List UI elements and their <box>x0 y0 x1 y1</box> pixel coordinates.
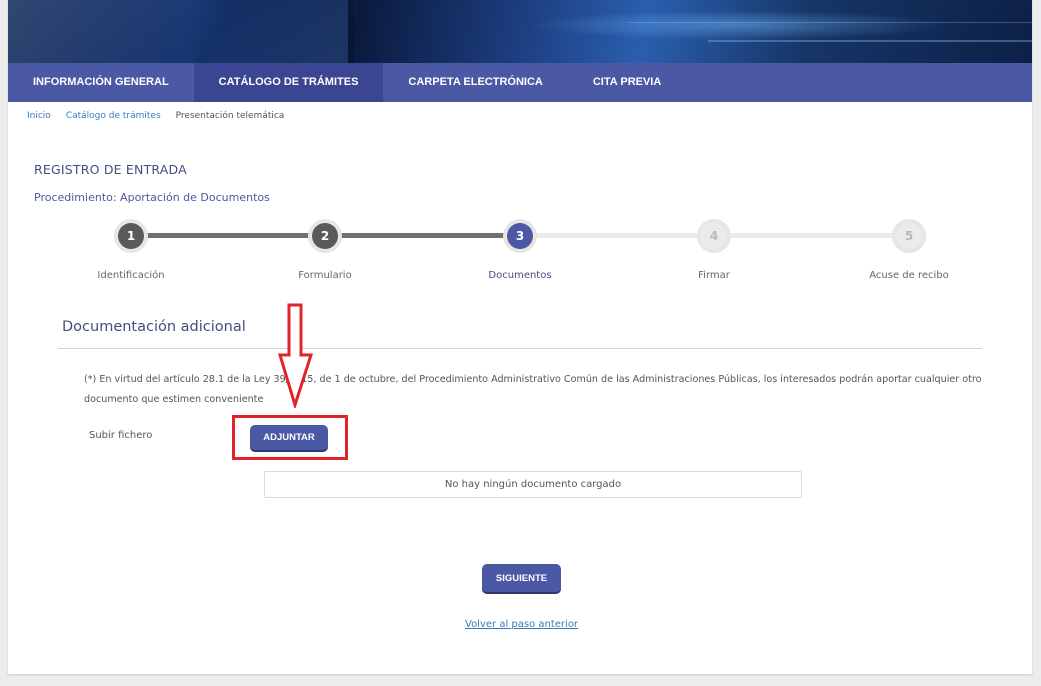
step-4-label: Firmar <box>698 270 730 281</box>
breadcrumb-inicio[interactable]: Inicio <box>27 111 51 121</box>
step-2-number: 2 <box>312 223 338 249</box>
step-5-number: 5 <box>896 223 922 249</box>
main-nav: INFORMACIÓN GENERAL CATÁLOGO DE TRÁMITES… <box>8 63 1032 102</box>
breadcrumb-catalogo[interactable]: Catálogo de trámites <box>66 111 161 121</box>
nav-item-cita-previa[interactable]: CITA PREVIA <box>568 63 686 102</box>
step-2-label: Formulario <box>298 270 352 281</box>
nav-item-informacion-general[interactable]: INFORMACIÓN GENERAL <box>8 63 194 102</box>
step-3-label: Documentos <box>488 270 552 281</box>
legal-notice: (*) En virtud del artículo 28.1 de la Le… <box>84 374 982 405</box>
step-1-number: 1 <box>118 223 144 249</box>
next-button[interactable]: SIGUIENTE <box>482 564 561 592</box>
uploaded-documents-list: No hay ningún documento cargado <box>264 471 802 498</box>
nav-item-catalogo-tramites[interactable]: CATÁLOGO DE TRÁMITES <box>193 63 384 102</box>
section-title: Documentación adicional <box>62 319 246 335</box>
step-1: 1 <box>114 219 148 253</box>
annotation-highlight-box <box>232 415 348 460</box>
annotation-arrow-icon <box>278 303 314 408</box>
step-connector-1-2 <box>146 233 310 238</box>
progress-stepper: 1 2 3 4 5 Identificación Formulario Docu… <box>8 218 1032 288</box>
procedure-name: Procedimiento: Aportación de Documentos <box>34 191 270 204</box>
section-divider <box>58 348 982 349</box>
breadcrumb: Inicio Catálogo de trámites Presentación… <box>27 111 299 121</box>
step-3-number: 3 <box>507 223 533 249</box>
page-container: INFORMACIÓN GENERAL CATÁLOGO DE TRÁMITES… <box>8 0 1032 674</box>
step-1-label: Identificación <box>97 270 165 281</box>
page-title: REGISTRO DE ENTRADA <box>34 162 187 177</box>
step-5-label: Acuse de recibo <box>869 270 949 281</box>
step-3: 3 <box>503 219 537 253</box>
breadcrumb-current: Presentación telemática <box>175 111 285 121</box>
step-4-number: 4 <box>701 223 727 249</box>
step-4: 4 <box>697 219 731 253</box>
step-connector-4-5 <box>731 233 895 238</box>
step-connector-2-3 <box>341 233 505 238</box>
step-2: 2 <box>308 219 342 253</box>
header-banner-image <box>8 0 1032 63</box>
step-connector-3-4 <box>536 233 700 238</box>
step-5: 5 <box>892 219 926 253</box>
upload-label: Subir fichero <box>89 430 153 441</box>
back-link[interactable]: Volver al paso anterior <box>465 619 578 630</box>
nav-item-carpeta-electronica[interactable]: CARPETA ELECTRÓNICA <box>383 63 567 102</box>
